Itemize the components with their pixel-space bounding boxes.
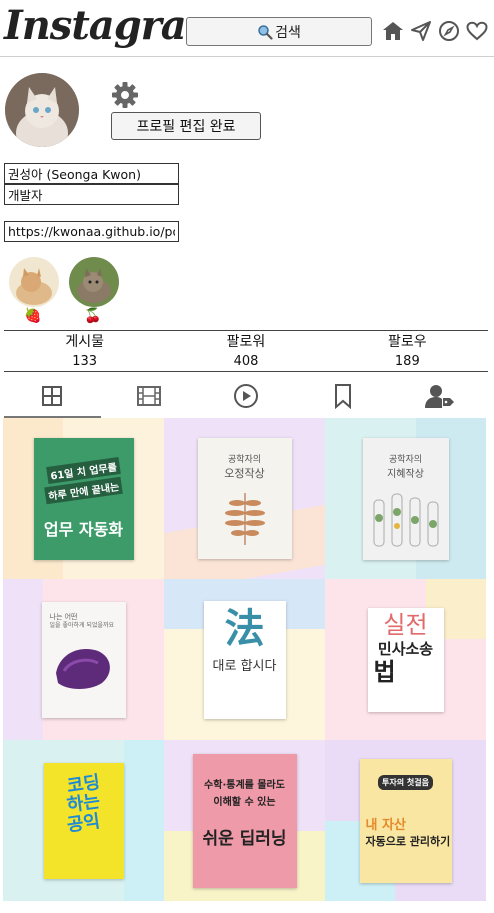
book-title-main: 지혜작상 bbox=[387, 468, 424, 480]
profile-stats: 게시물 133 팔로워 408 팔로우 189 bbox=[4, 330, 488, 372]
search-input[interactable]: 검색 bbox=[186, 17, 372, 46]
post-grid: 61일 치 업무를 하루 만에 끝내는 업무 자동화 공학자의 오정작상 공학자… bbox=[3, 418, 488, 902]
post-item[interactable]: 투자의 첫걸음 내 자산 자동으로 관리하기 bbox=[325, 740, 486, 901]
post-item[interactable]: 공학자의 지혜작상 bbox=[325, 418, 486, 579]
book-title-main: 자동으로 관리하기 bbox=[365, 834, 451, 848]
book-title-top: 法 bbox=[224, 604, 265, 652]
compass-icon[interactable] bbox=[437, 19, 461, 43]
highlight-1[interactable] bbox=[9, 257, 59, 307]
profile-avatar[interactable] bbox=[5, 73, 79, 147]
post-item[interactable]: 나는 어떤 일을 좋아하게 되었을까요 bbox=[3, 579, 164, 740]
send-icon[interactable] bbox=[409, 19, 433, 43]
book-title-top: 실전 bbox=[383, 610, 428, 639]
home-icon[interactable] bbox=[381, 19, 405, 43]
book-title-mid: 내 자산 bbox=[365, 817, 406, 833]
play-circle-icon bbox=[233, 384, 258, 408]
stat-posts[interactable]: 게시물 133 bbox=[4, 331, 165, 371]
film-icon bbox=[137, 386, 162, 406]
content-tabs bbox=[4, 374, 488, 418]
book-title-top: 수학·통계를 몰라도 bbox=[204, 779, 285, 791]
edit-profile-done-button[interactable]: 프로필 편집 완료 bbox=[111, 112, 261, 140]
post-item[interactable]: 실전 민사소송 법 bbox=[325, 579, 486, 740]
tab-tagged[interactable] bbox=[391, 374, 488, 418]
heart-icon[interactable] bbox=[465, 19, 489, 43]
post-item[interactable]: 수학·통계를 몰라도 이해할 수 있는 쉬운 딥러닝 bbox=[164, 740, 325, 901]
post-item[interactable]: 法 대로 합시다 bbox=[164, 579, 325, 740]
book-cover: 61일 치 업무를 하루 만에 끝내는 업무 자동화 bbox=[33, 437, 134, 560]
top-bar: Instagram 검색 bbox=[0, 0, 494, 57]
highlight-2-emoji: 🍒 bbox=[84, 308, 102, 324]
book-cover: 공학자의 지혜작상 bbox=[362, 437, 449, 560]
book-title-main: 법 bbox=[373, 657, 396, 686]
post-item[interactable]: 공학자의 오정작상 bbox=[164, 418, 325, 579]
book-title-main: 일을 좋아하게 되었을까요 bbox=[49, 621, 115, 629]
link-field[interactable] bbox=[4, 221, 179, 242]
book-title-top: 투자의 첫걸음 bbox=[378, 774, 433, 790]
grid-icon bbox=[42, 386, 63, 406]
stat-following[interactable]: 팔로우 189 bbox=[327, 331, 488, 371]
stat-value: 133 bbox=[72, 354, 98, 369]
book-title-main: 쉬운 딥러닝 bbox=[202, 828, 287, 849]
book-title-mid: 이해할 수 있는 bbox=[213, 796, 276, 808]
highlight-1-emoji: 🍓 bbox=[24, 308, 42, 324]
book-cover: 法 대로 합시다 bbox=[203, 600, 286, 719]
name-field[interactable] bbox=[4, 163, 179, 184]
book-title-top: 나는 어떤 bbox=[49, 612, 78, 621]
book-title-main: 업무 자동화 bbox=[43, 519, 124, 539]
stat-label: 팔로워 bbox=[226, 334, 266, 350]
book-title-top: 공학자의 bbox=[388, 454, 423, 465]
tab-saved[interactable] bbox=[294, 374, 391, 418]
search-label: 검색 bbox=[275, 24, 301, 41]
stat-label: 팔로우 bbox=[388, 334, 427, 350]
post-item[interactable]: 코딩 하는 공익 bbox=[3, 740, 164, 901]
tab-grid[interactable] bbox=[4, 374, 101, 418]
job-field[interactable] bbox=[4, 184, 179, 205]
book-cover: 코딩 하는 공익 bbox=[43, 762, 124, 879]
tab-video[interactable] bbox=[198, 374, 295, 418]
tagged-user-icon bbox=[424, 385, 454, 408]
highlight-2[interactable] bbox=[69, 257, 119, 307]
book-cover: 실전 민사소송 법 bbox=[367, 607, 444, 712]
fern-illustration bbox=[224, 493, 265, 545]
stat-followers[interactable]: 팔로워 408 bbox=[165, 331, 326, 371]
book-cover: 수학·통계를 몰라도 이해할 수 있는 쉬운 딥러닝 bbox=[192, 753, 297, 888]
search-icon bbox=[258, 24, 273, 40]
stat-value: 189 bbox=[394, 354, 420, 369]
book-cover: 나는 어떤 일을 좋아하게 되었을까요 bbox=[41, 601, 126, 718]
book-title-mid: 민사소송 bbox=[377, 639, 434, 658]
settings-gear-icon[interactable] bbox=[110, 80, 140, 110]
book-title-main: 오정작상 bbox=[224, 467, 265, 480]
book-cover: 공학자의 오정작상 bbox=[197, 438, 292, 559]
book-title-main: 공익 bbox=[65, 810, 102, 837]
purple-paint-illustration bbox=[55, 649, 110, 690]
book-title-main: 대로 합시다 bbox=[212, 658, 277, 674]
tab-reels[interactable] bbox=[101, 374, 198, 418]
post-item[interactable]: 61일 치 업무를 하루 만에 끝내는 업무 자동화 bbox=[3, 418, 164, 579]
book-cover: 투자의 첫걸음 내 자산 자동으로 관리하기 bbox=[359, 758, 452, 883]
test-tubes-illustration bbox=[373, 493, 438, 546]
book-title-top: 공학자의 bbox=[227, 455, 262, 465]
bookmark-icon bbox=[334, 384, 351, 409]
stat-label: 게시물 bbox=[65, 334, 104, 350]
stat-value: 408 bbox=[233, 354, 259, 369]
